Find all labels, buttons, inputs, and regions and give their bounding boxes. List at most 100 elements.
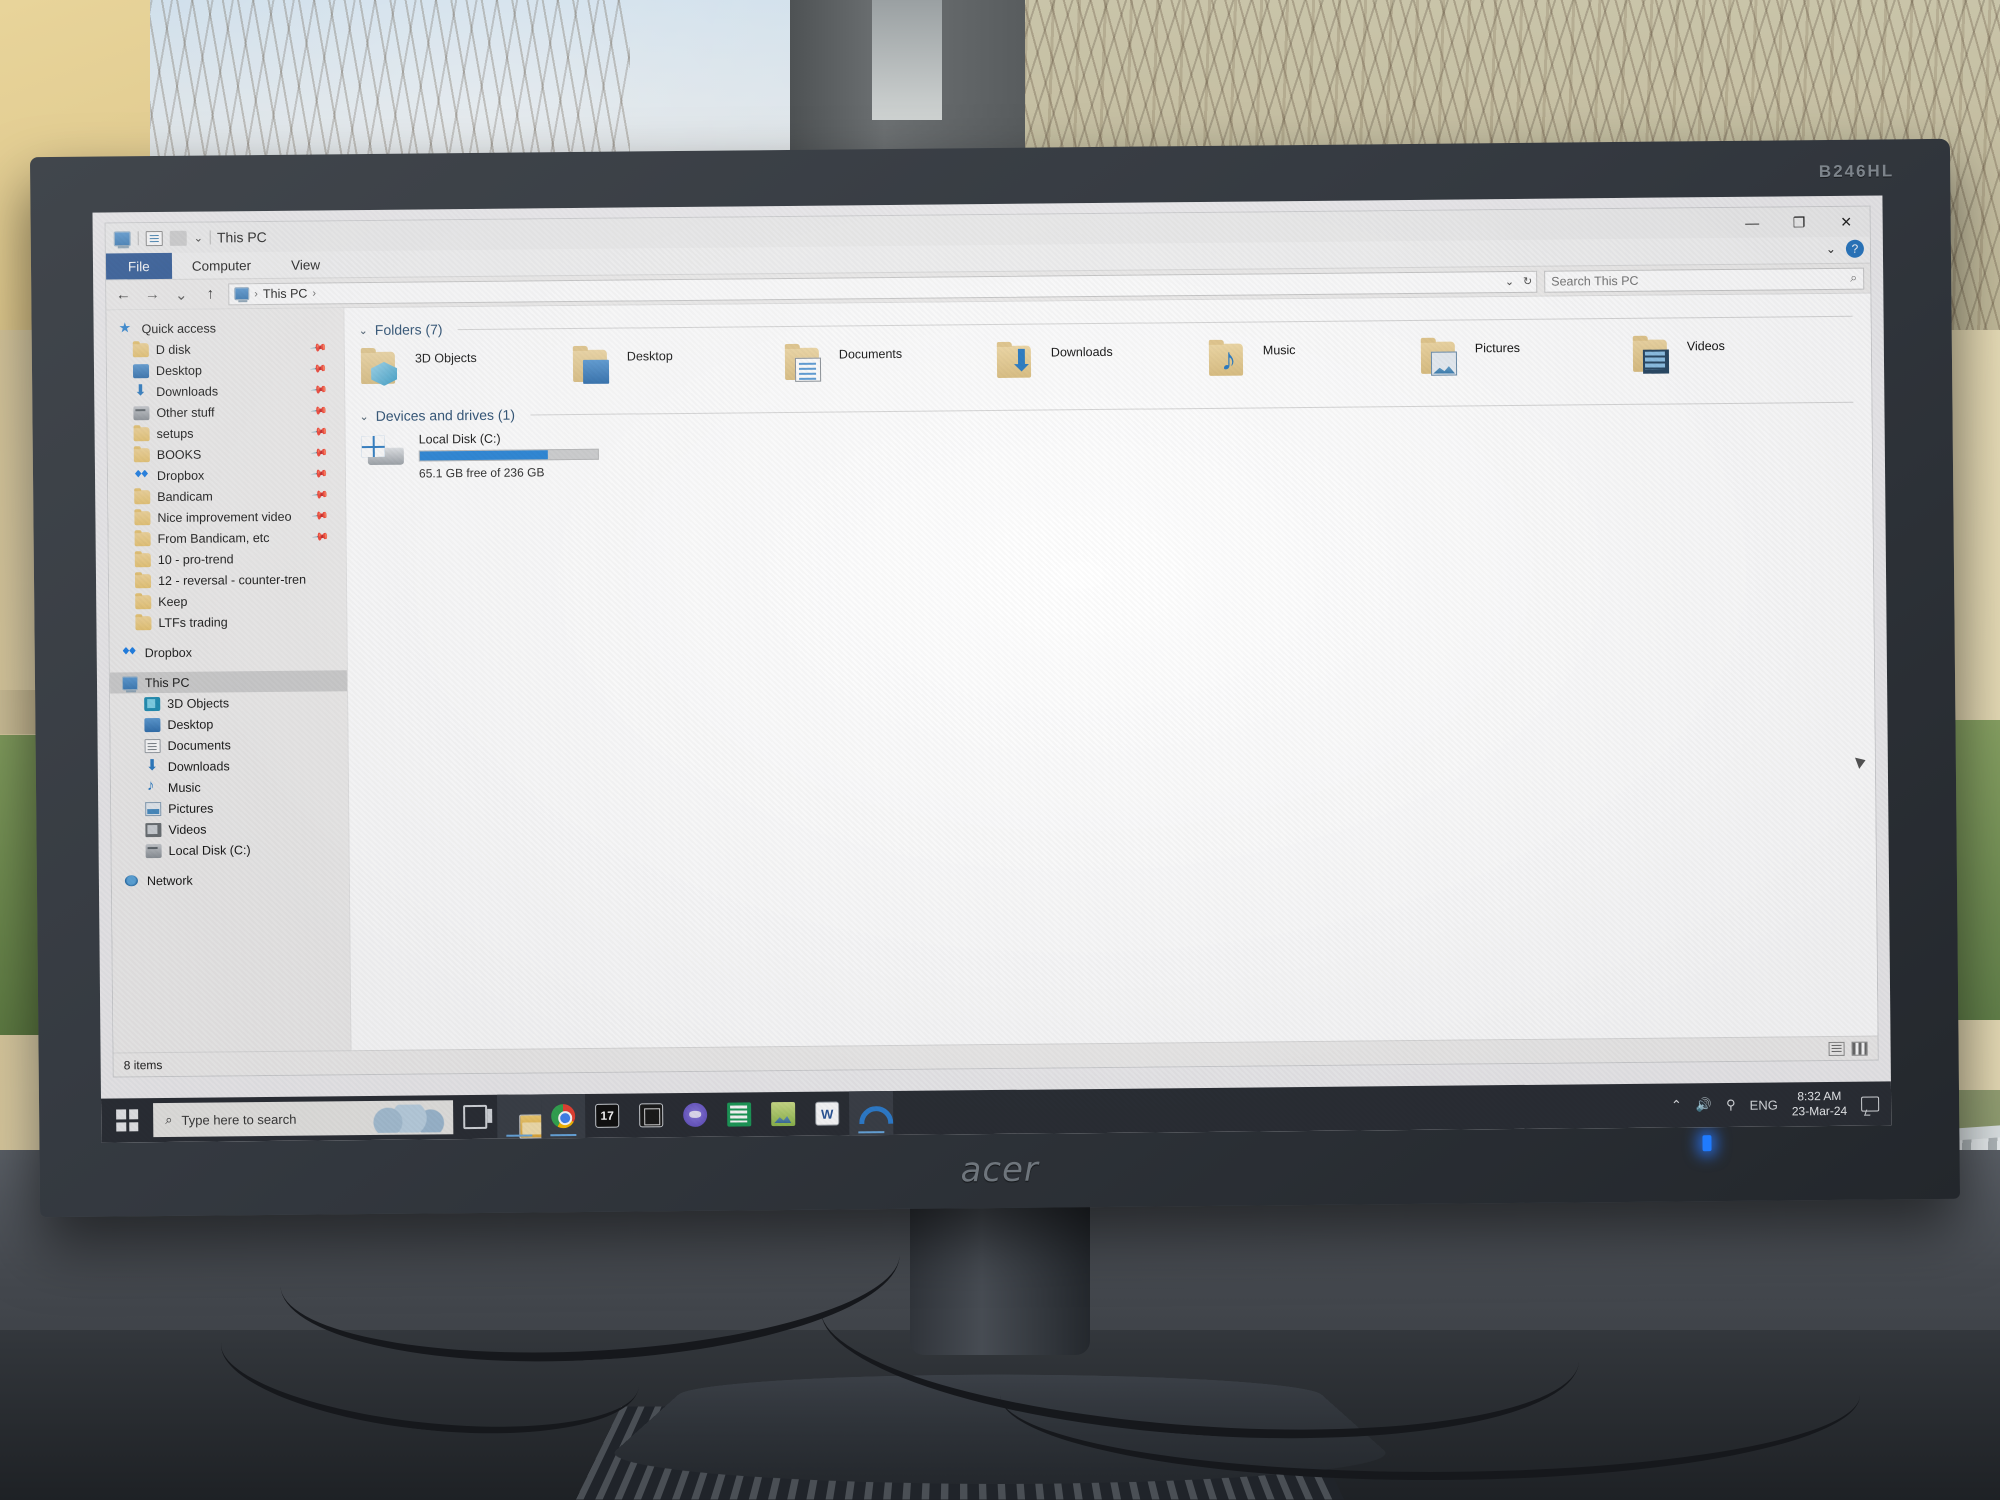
maximize-button[interactable]: ❐	[1776, 207, 1823, 237]
sidebar-item-quick-access[interactable]: Quick access	[107, 316, 344, 339]
tradingview-taskbar-button[interactable]: 17	[585, 1094, 629, 1138]
pin-icon[interactable]: 📌	[310, 402, 329, 420]
pin-icon[interactable]: 📌	[311, 528, 330, 546]
sidebar-item-documents[interactable]: Documents	[111, 733, 348, 756]
up-button[interactable]: ↑	[199, 285, 221, 302]
folder-item-desktop[interactable]: Desktop	[571, 342, 784, 400]
pin-icon[interactable]: 📌	[310, 423, 329, 441]
customize-caret-icon[interactable]: ⌄	[194, 231, 203, 244]
quick-access-toolbar[interactable]: ⌄	[113, 230, 212, 246]
chevron-down-icon[interactable]: ⌄	[359, 410, 368, 423]
minimize-button[interactable]: —	[1729, 207, 1776, 237]
sidebar-item-keep[interactable]: Keep	[109, 589, 346, 612]
folder-label: 3D Objects	[414, 350, 477, 366]
folder-item-music[interactable]: Music	[1207, 336, 1420, 394]
sidebar-item-local-disk-c[interactable]: Local Disk (C:)	[112, 838, 349, 861]
forward-button[interactable]: →	[141, 286, 163, 303]
pin-icon[interactable]: 📌	[310, 381, 329, 399]
sidebar-item-dropbox[interactable]: Dropbox	[110, 640, 347, 663]
chevron-down-icon[interactable]: ⌄	[1826, 242, 1836, 256]
sidebar-item-downloads[interactable]: Downloads 📌	[107, 379, 344, 402]
sidebar-item-desktop-child[interactable]: Desktop	[110, 712, 347, 735]
volume-icon[interactable]: 🔊	[1696, 1097, 1712, 1113]
recent-locations-button[interactable]: ⌄	[170, 285, 192, 303]
sidebar-item-desktop[interactable]: Desktop 📌	[107, 358, 344, 381]
refresh-icon[interactable]: ↻	[1523, 275, 1532, 288]
sidebar-item-network[interactable]: Network	[112, 868, 349, 891]
onenote-taskbar-button[interactable]	[629, 1093, 673, 1137]
network-icon[interactable]: ⚲	[1726, 1097, 1736, 1113]
folder-item-pictures[interactable]: Pictures	[1419, 334, 1632, 392]
start-button[interactable]	[101, 1098, 153, 1142]
sidebar-item-ltfs-trading[interactable]: LTFs trading	[109, 610, 346, 633]
sidebar-item-d-disk[interactable]: D disk 📌	[107, 337, 344, 360]
group-rule	[529, 401, 1854, 415]
sidebar-item-music[interactable]: Music	[111, 775, 348, 798]
arc-browser-taskbar-button[interactable]	[848, 1090, 894, 1136]
sidebar-item-3d-objects[interactable]: 3D Objects	[110, 691, 347, 714]
sidebar-item-label: Keep	[158, 594, 188, 609]
folder-item-downloads[interactable]: Downloads	[995, 338, 1208, 396]
language-indicator[interactable]: ENG	[1750, 1097, 1778, 1112]
folder-item-videos[interactable]: Videos	[1631, 332, 1844, 390]
large-icons-view-button[interactable]	[1851, 1041, 1868, 1056]
google-chrome-taskbar-button[interactable]	[540, 1093, 586, 1139]
sidebar-item-label: 10 - pro-trend	[157, 551, 234, 567]
chevron-down-icon[interactable]: ⌄	[1505, 275, 1514, 288]
word-taskbar-button[interactable]: W	[805, 1091, 849, 1135]
file-explorer-taskbar-button[interactable]	[496, 1094, 544, 1139]
sidebar-item-dropbox-pinned[interactable]: Dropbox 📌	[108, 463, 345, 486]
clock[interactable]: 8:32 AM 23-Mar-24	[1792, 1089, 1848, 1120]
pin-icon[interactable]: 📌	[311, 444, 330, 462]
sidebar-item-downloads-child[interactable]: Downloads	[111, 754, 348, 777]
breadcrumb-item-this-pc[interactable]: This PC	[263, 286, 308, 300]
pin-icon[interactable]: 📌	[311, 486, 330, 504]
search-icon[interactable]: ⌕	[1850, 271, 1857, 286]
sidebar-item-pictures[interactable]: Pictures	[111, 796, 348, 819]
drive-icon	[133, 405, 150, 420]
tab-file[interactable]: File	[105, 252, 172, 280]
details-view-button[interactable]	[1828, 1041, 1845, 1056]
pin-icon[interactable]: 📌	[311, 465, 330, 483]
folder-item-documents[interactable]: Documents	[783, 340, 996, 398]
action-center-icon[interactable]	[1861, 1096, 1880, 1112]
help-icon[interactable]: ?	[1845, 239, 1865, 258]
sidebar-item-nice-improvement-video[interactable]: Nice improvement video 📌	[108, 505, 345, 528]
sidebar-item-setups[interactable]: setups 📌	[108, 421, 345, 444]
folder-label: Documents	[838, 346, 903, 362]
sidebar-item-books[interactable]: BOOKS 📌	[108, 442, 345, 465]
sidebar-item-other-stuff[interactable]: Other stuff 📌	[107, 400, 344, 423]
sidebar-item-label: Music	[167, 780, 201, 795]
show-hidden-icons-button[interactable]: ⌃	[1671, 1097, 1682, 1113]
sidebar-item-12-reversal-counter-trend[interactable]: 12 - reversal - counter-tren	[109, 568, 346, 591]
excel-taskbar-button[interactable]	[717, 1092, 761, 1136]
drive-item-local-disk-c[interactable]: Local Disk (C:) 65.1 GB free of 236 GB	[360, 418, 1854, 481]
tab-view[interactable]: View	[271, 251, 340, 278]
chevron-down-icon[interactable]: ⌄	[359, 324, 368, 337]
back-button[interactable]: ←	[112, 286, 134, 303]
sidebar-item-from-bandicam-etc[interactable]: From Bandicam, etc 📌	[109, 526, 346, 549]
sidebar-item-10-pro-trend[interactable]: 10 - pro-trend	[109, 547, 346, 570]
sidebar-item-videos[interactable]: Videos	[111, 817, 348, 840]
discord-taskbar-button[interactable]	[673, 1093, 717, 1137]
pin-icon[interactable]: 📌	[311, 507, 330, 525]
this-pc-icon[interactable]	[113, 230, 131, 246]
breadcrumb-separator[interactable]: ›	[312, 287, 316, 299]
paint-taskbar-button[interactable]	[761, 1092, 805, 1136]
close-button[interactable]: ✕	[1823, 207, 1870, 237]
tab-computer[interactable]: Computer	[172, 252, 272, 279]
search-input[interactable]: ⌕ Type here to search	[153, 1100, 454, 1138]
new-folder-icon[interactable]	[169, 230, 187, 246]
navigation-pane[interactable]: Quick access D disk 📌 Desktop 📌	[106, 308, 352, 1053]
content-pane[interactable]: ⌄ Folders (7) 3D Objects Desktop Documen…	[344, 293, 1878, 1051]
sidebar-item-bandicam[interactable]: Bandicam 📌	[108, 484, 345, 507]
sidebar-item-this-pc[interactable]: This PC	[109, 670, 348, 694]
folder-3d-objects-icon	[359, 348, 405, 388]
folder-label: Music	[1262, 343, 1296, 358]
folder-item-3d-objects[interactable]: 3D Objects	[359, 344, 572, 402]
pin-icon[interactable]: 📌	[310, 339, 329, 357]
task-view-button[interactable]	[453, 1095, 497, 1139]
properties-icon[interactable]	[145, 230, 163, 246]
search-input[interactable]: Search This PC ⌕	[1544, 267, 1865, 293]
pin-icon[interactable]: 📌	[310, 360, 329, 378]
